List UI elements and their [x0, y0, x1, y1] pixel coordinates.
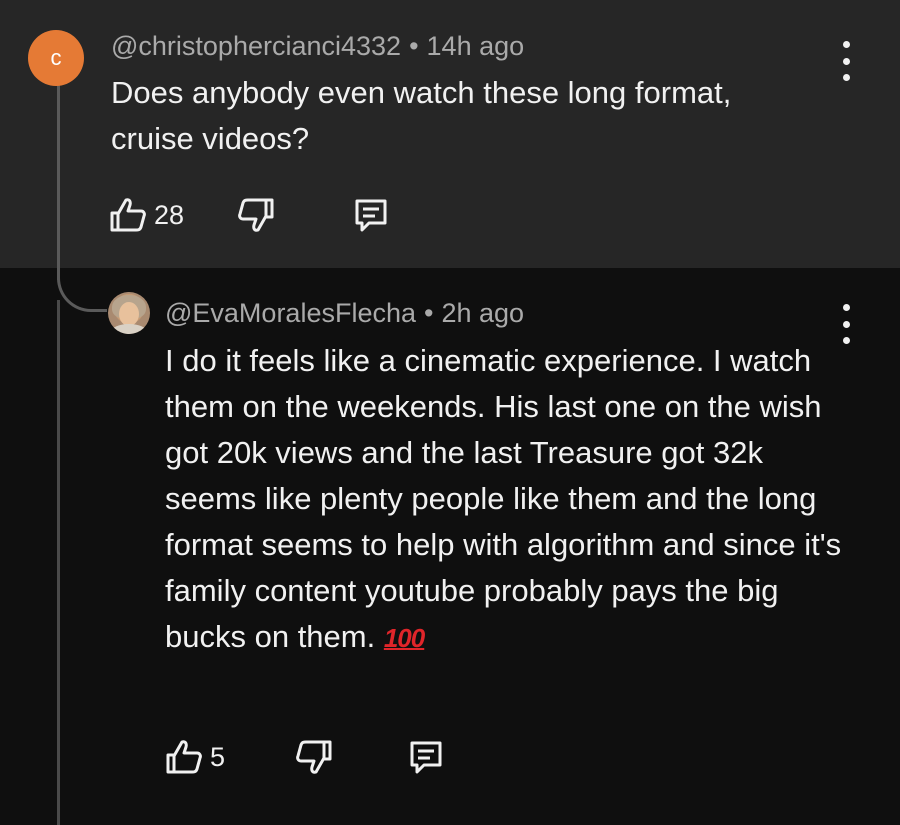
avatar-letter: c	[50, 45, 62, 70]
more-vertical-icon[interactable]	[836, 41, 856, 81]
dislike-button[interactable]	[236, 195, 276, 235]
more-vertical-icon[interactable]	[836, 304, 856, 344]
thread-connector	[57, 260, 107, 312]
like-button[interactable]: 28	[108, 195, 184, 235]
thumbs-up-icon	[108, 195, 148, 235]
thumbs-down-icon	[294, 737, 334, 777]
comment-meta: @christophercianci4332 • 14h ago	[111, 31, 524, 62]
comment-time: 14h ago	[426, 31, 525, 61]
like-count: 5	[210, 741, 226, 772]
hundred-points-emoji: 100	[383, 623, 425, 653]
comment-author[interactable]: @EvaMoralesFlecha	[165, 298, 416, 328]
thumbs-up-icon	[164, 737, 204, 777]
reply-button[interactable]	[406, 737, 446, 777]
dislike-button[interactable]	[294, 737, 334, 777]
comment-body: I do it feels like a cinematic experienc…	[165, 343, 842, 654]
reply-comment-icon	[351, 195, 391, 235]
comment-text: I do it feels like a cinematic experienc…	[165, 338, 855, 661]
avatar[interactable]	[108, 292, 150, 334]
meta-separator: •	[424, 298, 434, 328]
thread-line	[57, 84, 60, 280]
reply-button[interactable]	[351, 195, 391, 235]
avatar[interactable]: c	[28, 30, 84, 86]
meta-separator: •	[409, 31, 419, 61]
comment-meta: @EvaMoralesFlecha • 2h ago	[165, 298, 524, 329]
comment-time: 2h ago	[441, 298, 525, 328]
comment-text: Does anybody even watch these long forma…	[111, 75, 732, 156]
like-button[interactable]: 5	[164, 737, 225, 777]
thumbs-down-icon	[236, 195, 276, 235]
like-count: 28	[154, 199, 185, 230]
comment-author[interactable]: @christophercianci4332	[111, 31, 401, 61]
thread-line-continued	[57, 300, 60, 825]
reply-comment-icon	[406, 737, 446, 777]
